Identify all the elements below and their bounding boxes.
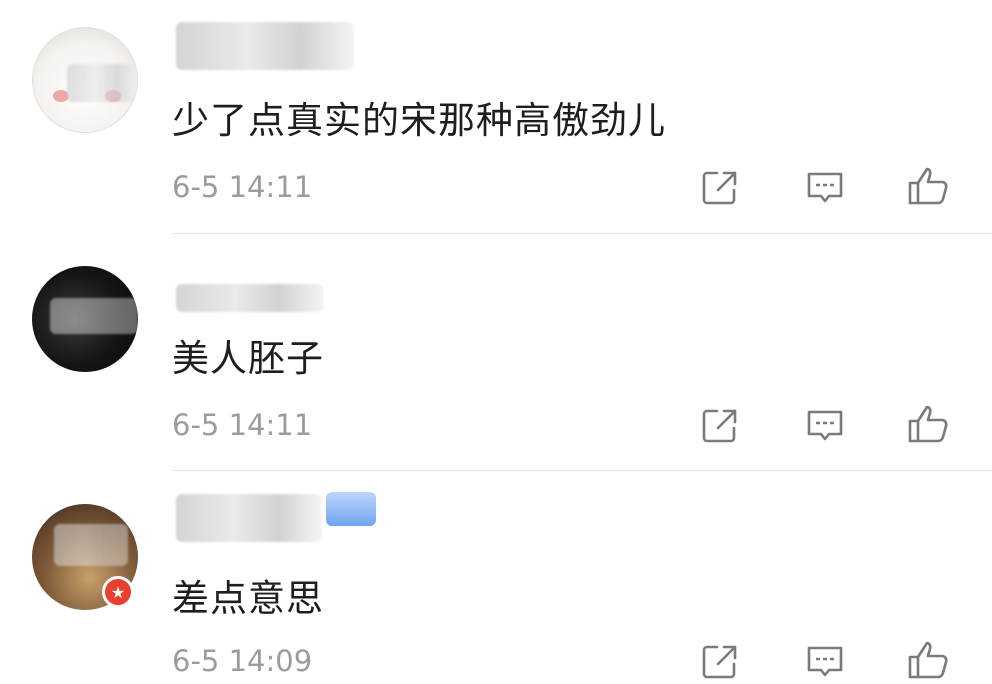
comment-icon[interactable] [803, 640, 847, 684]
avatar-mosaic [54, 524, 128, 566]
comment-item: ★ 差点意思 6-5 14:09 [0, 472, 992, 679]
share-icon[interactable] [698, 640, 742, 684]
share-icon[interactable] [698, 404, 742, 448]
user-level-tag [326, 492, 376, 526]
thumbs-up-icon[interactable] [906, 164, 950, 208]
comment-text: 差点意思 [172, 577, 324, 620]
comment-item: 少了点真实的宋那种高傲劲儿 6-5 14:11 [0, 0, 992, 234]
comment-icon[interactable] [803, 404, 847, 448]
username-blurred[interactable] [176, 22, 354, 70]
comment-icon[interactable] [803, 166, 847, 210]
comment-time: 6-5 14:11 [172, 170, 313, 204]
avatar-mosaic [50, 298, 138, 334]
share-icon[interactable] [698, 166, 742, 210]
user-avatar[interactable] [32, 266, 138, 372]
avatar-mosaic [67, 64, 137, 102]
thumbs-up-icon[interactable] [906, 638, 950, 682]
username-blurred[interactable] [176, 284, 324, 312]
divider [172, 470, 992, 471]
comment-time: 6-5 14:11 [172, 408, 313, 442]
thumbs-up-icon[interactable] [906, 402, 950, 446]
star-badge-icon: ★ [102, 576, 134, 608]
comment-item: 美人胚子 6-5 14:11 [0, 234, 992, 472]
comment-text: 少了点真实的宋那种高傲劲儿 [172, 99, 666, 142]
username-blurred[interactable] [176, 494, 322, 542]
user-avatar[interactable] [32, 27, 138, 133]
comment-time: 6-5 14:09 [172, 644, 313, 678]
comment-text: 美人胚子 [172, 337, 324, 380]
